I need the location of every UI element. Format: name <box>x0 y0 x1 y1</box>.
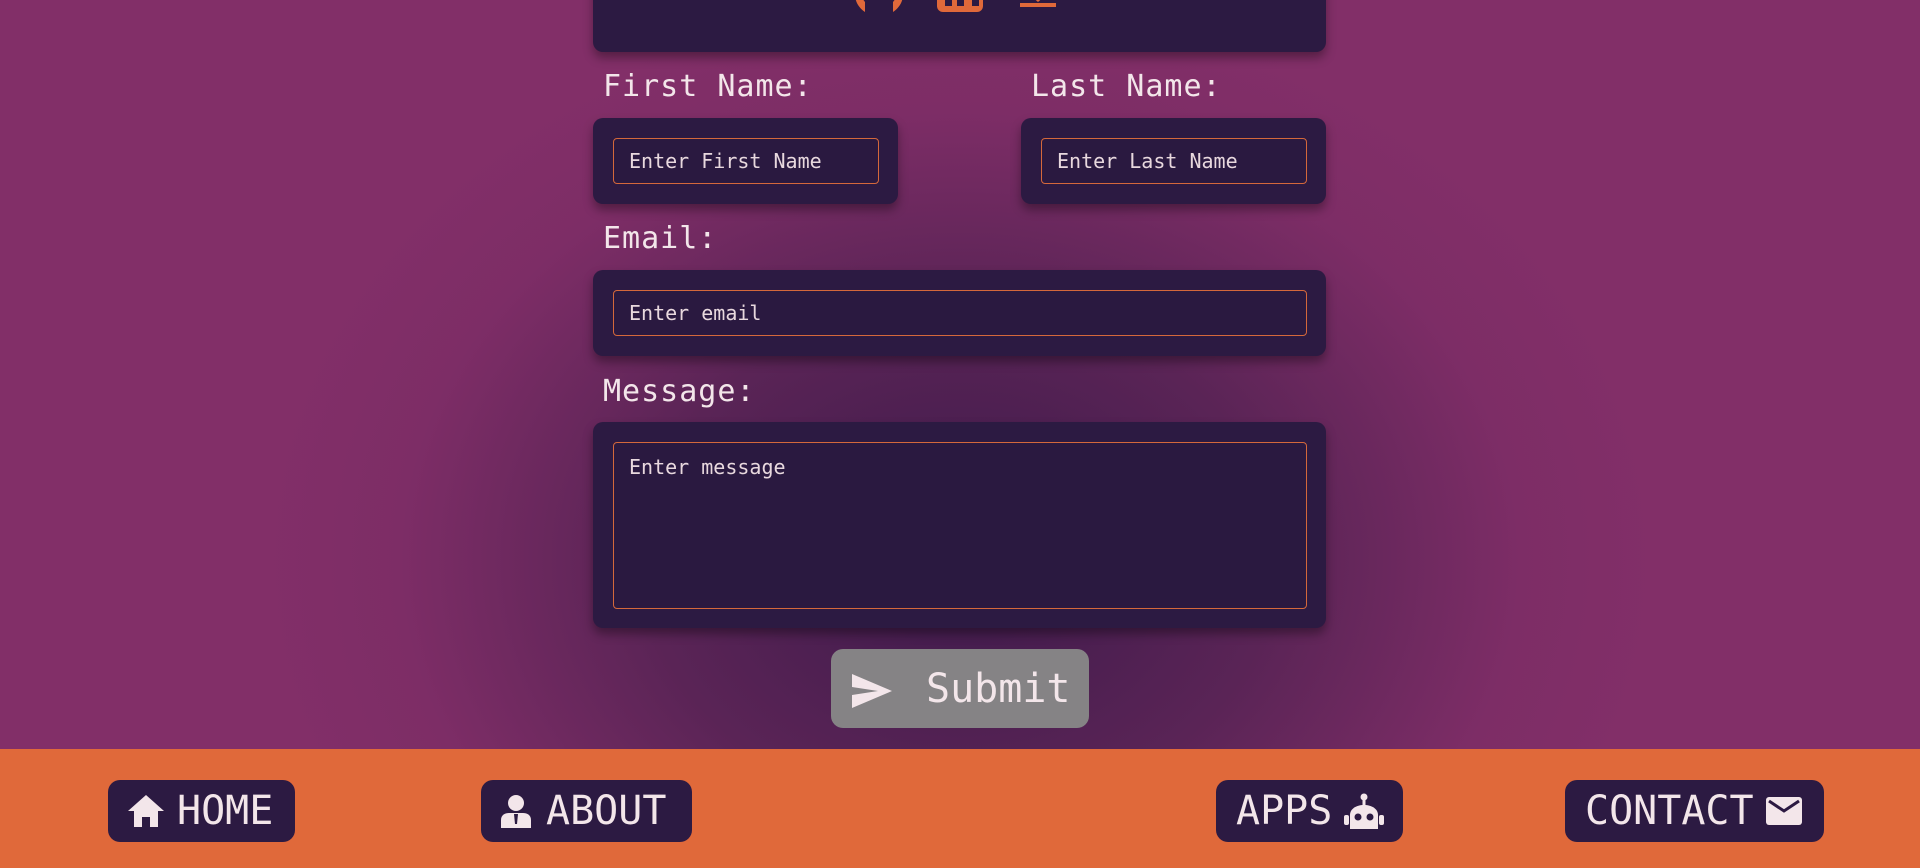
footer-nav: HOME ABOUT APPS CONTACT <box>0 749 1920 868</box>
email-label: Email: <box>603 221 718 256</box>
github-icon[interactable] <box>853 0 905 22</box>
email-input[interactable] <box>613 290 1307 336</box>
submit-button[interactable]: Submit <box>831 649 1089 728</box>
nav-about-button[interactable]: ABOUT <box>481 780 692 842</box>
last-name-label: Last Name: <box>1031 69 1222 104</box>
first-name-label: First Name: <box>603 69 813 104</box>
robot-icon <box>1344 793 1385 829</box>
nav-apps-button[interactable]: APPS <box>1216 780 1403 842</box>
nav-apps-label: APPS <box>1236 788 1333 834</box>
nav-about-label: ABOUT <box>546 788 667 834</box>
person-icon <box>501 794 531 828</box>
message-textarea[interactable] <box>613 442 1307 609</box>
message-label: Message: <box>603 374 756 409</box>
home-icon <box>128 795 164 827</box>
download-icon[interactable] <box>1018 0 1058 12</box>
social-links-card <box>593 0 1326 52</box>
linkedin-icon[interactable] <box>937 0 983 16</box>
last-name-input[interactable] <box>1041 138 1307 184</box>
nav-contact-button[interactable]: CONTACT <box>1565 780 1824 842</box>
nav-home-button[interactable]: HOME <box>108 780 295 842</box>
mail-icon <box>1765 797 1802 825</box>
nav-contact-label: CONTACT <box>1585 788 1754 834</box>
send-icon <box>852 672 892 708</box>
nav-home-label: HOME <box>177 788 274 834</box>
first-name-input[interactable] <box>613 138 879 184</box>
submit-label: Submit <box>926 665 1071 712</box>
